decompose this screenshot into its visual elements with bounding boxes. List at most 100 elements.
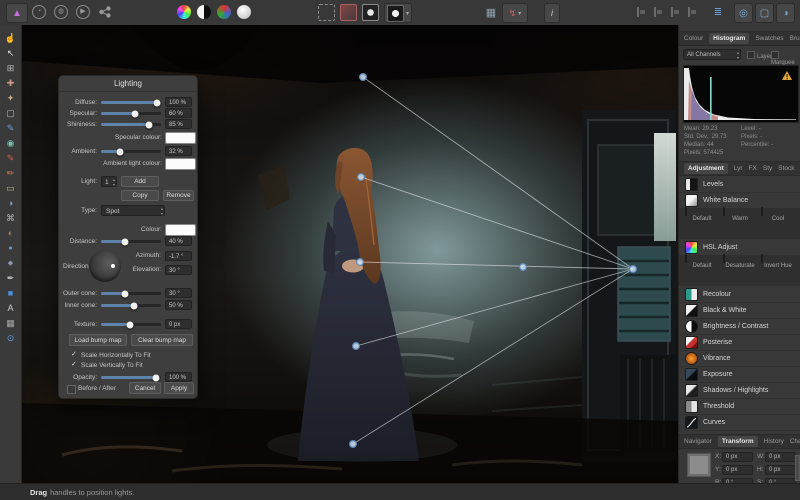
burn-tool[interactable]: ◐	[3, 226, 19, 241]
tab-colour[interactable]: Colour	[684, 35, 703, 42]
clear-bump-map-button[interactable]: Clear bump map	[131, 334, 193, 346]
ambient-colour-swatch[interactable]	[165, 158, 196, 170]
ambient-value[interactable]: 32 %	[165, 146, 192, 156]
tab-histogram[interactable]: Histogram	[709, 33, 749, 44]
scale-vertical-row[interactable]: ✓ Scale Vertically To Fit	[63, 360, 193, 371]
snapping-icon[interactable]: ↯▾	[502, 3, 528, 23]
channel-select[interactable]: All Channels▴▾	[683, 49, 741, 60]
add-light-button[interactable]: Add	[121, 176, 159, 187]
light-type-select[interactable]: Spot▴▾	[101, 205, 165, 216]
light-handle[interactable]	[357, 259, 364, 266]
pixel-brush-tool[interactable]: ✏	[3, 166, 19, 181]
zoom-tool[interactable]: ⊙	[3, 331, 19, 346]
cancel-button[interactable]: Cancel	[129, 382, 161, 394]
crop-tool[interactable]: ⊞	[3, 61, 19, 76]
tab-brushes[interactable]: Brushes	[790, 35, 800, 42]
auto-colours-icon[interactable]	[176, 3, 192, 21]
light-number-stepper[interactable]: 1▴▾	[101, 176, 117, 187]
clone-stamp-tool[interactable]: ⌘	[3, 211, 19, 226]
adjustment-levels[interactable]: Levels	[679, 176, 800, 193]
tab-history[interactable]: History	[764, 438, 784, 445]
mask-view-icon[interactable]	[362, 3, 379, 21]
shininess-value[interactable]: 85 %	[165, 119, 192, 129]
inner-cone-value[interactable]: 50 %	[165, 300, 192, 310]
distance-value[interactable]: 40 %	[165, 236, 192, 246]
distance-slider[interactable]	[101, 240, 161, 243]
adjustment-posterise[interactable]: Posterise	[679, 334, 800, 351]
w-field[interactable]: 0 px	[765, 452, 796, 462]
shape-tool[interactable]: ■	[3, 286, 19, 301]
adjustment-recolour[interactable]: Recolour	[679, 286, 800, 303]
copy-light-button[interactable]: Copy	[121, 190, 159, 201]
azimuth-value[interactable]: -1.7 °	[165, 251, 192, 261]
light-handle[interactable]	[520, 264, 527, 271]
diffuse-slider[interactable]	[101, 101, 161, 104]
share-icon[interactable]	[96, 3, 114, 21]
auto-levels-icon[interactable]	[216, 3, 232, 21]
tab-swatches[interactable]: Swatches	[755, 35, 783, 42]
adjustment-black-white[interactable]: Black & White	[679, 302, 800, 319]
h-field[interactable]: 0 px	[765, 465, 796, 475]
info-icon[interactable]: i	[544, 3, 560, 23]
apply-button[interactable]: Apply	[164, 382, 194, 394]
history-icon[interactable]: ◔	[30, 3, 48, 21]
preset-hsl-default[interactable]: Default	[685, 255, 719, 286]
preset-hsl-desaturate[interactable]: Desaturate	[723, 255, 757, 286]
tab-sty[interactable]: Sty	[763, 165, 772, 172]
assistant-icon[interactable]: ◍	[52, 3, 70, 21]
selection-brush-tool[interactable]: ✎	[3, 121, 19, 136]
mesh-warp-tool[interactable]: ▦	[3, 316, 19, 331]
direction-ball[interactable]	[89, 250, 121, 282]
rotate-icon[interactable]: ▶	[74, 3, 92, 21]
colour-picker-tool[interactable]: ◉	[3, 136, 19, 151]
outer-cone-value[interactable]: 30 °	[165, 288, 192, 298]
y-field[interactable]: 0 px	[722, 465, 753, 475]
specular-colour-swatch[interactable]	[165, 132, 196, 144]
tab-channels[interactable]: Channels	[790, 438, 800, 445]
insert-inside-icon[interactable]: ▢	[755, 3, 774, 23]
light-colour-swatch[interactable]	[165, 224, 196, 236]
align-3-icon[interactable]	[668, 3, 682, 21]
specular-value[interactable]: 60 %	[165, 108, 192, 118]
sharpen-tool[interactable]: ◆	[3, 256, 19, 271]
remove-light-button[interactable]: Remove	[163, 190, 194, 201]
align-1-icon[interactable]	[634, 3, 648, 21]
marquee-visible-icon[interactable]	[318, 3, 335, 21]
specular-slider[interactable]	[101, 112, 161, 115]
preset-hsl-invert-hue[interactable]: Invert Hue	[761, 255, 795, 286]
before-after-checkbox[interactable]	[67, 385, 76, 394]
paint-brush-tool[interactable]: ✎	[3, 151, 19, 166]
preset-wb-warm[interactable]: Warm	[723, 208, 757, 239]
align-4-icon[interactable]	[685, 3, 699, 21]
erase-tool[interactable]: ▭	[3, 181, 19, 196]
text-tool[interactable]: A	[3, 301, 19, 316]
preset-wb-default[interactable]: Default	[685, 208, 719, 239]
texture-slider[interactable]	[101, 323, 161, 326]
inner-cone-slider[interactable]	[101, 304, 161, 307]
blemish-removal-tool[interactable]: ✦	[3, 91, 19, 106]
healing-brush-tool[interactable]: ✚	[3, 76, 19, 91]
shininess-slider[interactable]	[101, 123, 161, 126]
preset-wb-cool[interactable]: Cool	[761, 208, 795, 239]
adjustment-shadows-highlights[interactable]: Shadows / Highlights	[679, 382, 800, 399]
tab-stock[interactable]: Stock	[778, 165, 794, 172]
stepper-arrows-icon[interactable]: ▴▾	[113, 177, 115, 187]
adjustment-exposure[interactable]: Exposure	[679, 366, 800, 383]
x-field[interactable]: 0 px	[722, 452, 753, 462]
invert-selection-icon[interactable]	[340, 3, 357, 21]
light-handle[interactable]	[350, 441, 357, 448]
blur-tool[interactable]: ●	[3, 241, 19, 256]
move-tool[interactable]: ↖	[3, 46, 19, 61]
adjustment-brightness-contrast[interactable]: Brightness / Contrast	[679, 318, 800, 335]
affinity-photo-logo[interactable]: ▲	[6, 3, 28, 23]
adjustment-threshold[interactable]: Threshold	[679, 398, 800, 415]
tab-transform[interactable]: Transform	[718, 436, 758, 447]
light-handle[interactable]	[630, 266, 637, 273]
outer-cone-slider[interactable]	[101, 292, 161, 295]
marquee-select-tool[interactable]: ▢	[3, 106, 19, 121]
view-tool[interactable]: ☝	[3, 31, 19, 46]
opacity-value[interactable]: 100 %	[165, 372, 192, 382]
insert-behind-icon[interactable]: ◎	[734, 3, 753, 23]
grid-icon[interactable]: ▦	[483, 3, 499, 21]
insert-on-top-icon[interactable]: ◑	[776, 3, 795, 23]
